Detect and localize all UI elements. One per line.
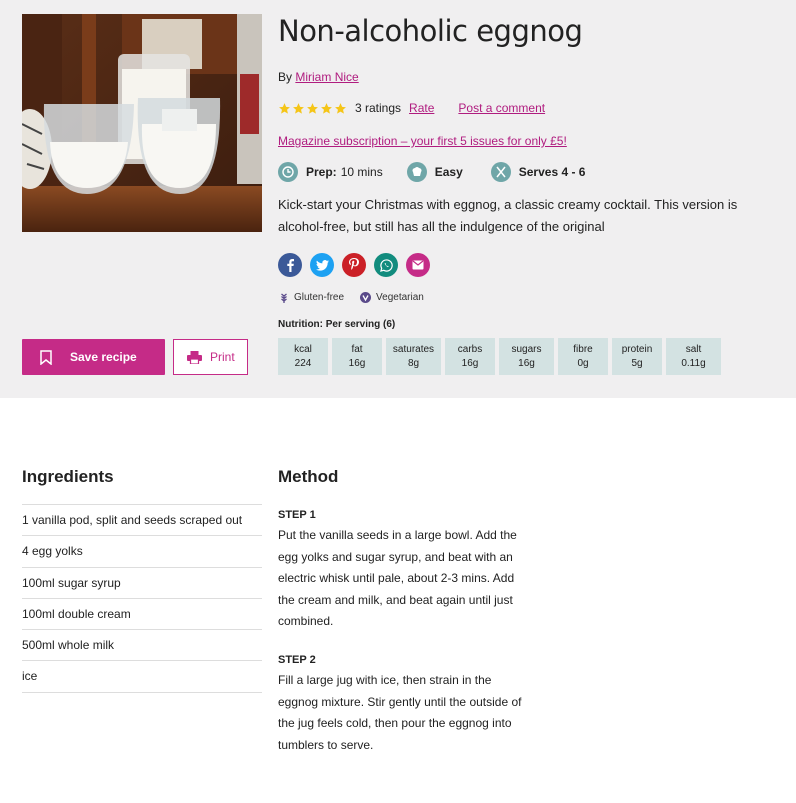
- nutrition-value: 16g: [461, 358, 479, 369]
- rating-count: 3 ratings: [355, 101, 402, 115]
- gluten-free-label: Gluten-free: [294, 292, 345, 303]
- ingredients-list: 1 vanilla pod, split and seeds scraped o…: [22, 504, 262, 693]
- step-text: Fill a large jug with ice, then strain i…: [278, 673, 522, 752]
- post-comment-link[interactable]: Post a comment: [458, 101, 545, 115]
- ingredient-item: 100ml sugar syrup: [22, 568, 262, 599]
- save-recipe-label: Save recipe: [70, 350, 137, 364]
- star-icon: [279, 102, 290, 114]
- rate-link[interactable]: Rate: [409, 101, 434, 115]
- cutlery-icon: [490, 162, 511, 182]
- step-label: STEP 1: [278, 509, 316, 521]
- whatsapp-icon[interactable]: [374, 253, 398, 277]
- nutrition-value: 224: [294, 358, 312, 369]
- share-buttons: [278, 253, 430, 277]
- nutrition-value: 8g: [407, 358, 420, 369]
- print-label: Print: [210, 350, 235, 364]
- prep-value: 10 mins: [340, 165, 383, 179]
- star-icon: [307, 102, 318, 114]
- nutrition-value: 0.11g: [681, 358, 706, 369]
- star-icon: [321, 102, 332, 114]
- nutrition-label: carbs: [457, 344, 483, 355]
- byline-prefix: By: [278, 70, 293, 84]
- author-link[interactable]: Miriam Nice: [295, 70, 358, 84]
- nutrition-salt: salt 0.11g: [666, 338, 721, 375]
- email-icon[interactable]: [406, 253, 430, 277]
- wheat-icon: [278, 292, 289, 303]
- magazine-subscription-link[interactable]: Magazine subscription – your first 5 iss…: [278, 134, 567, 148]
- nutrition-kcal: kcal 224: [278, 338, 328, 375]
- nutrition-value: 0g: [577, 358, 589, 369]
- nutrition-label: fibre: [573, 344, 593, 355]
- ingredient-item: 1 vanilla pod, split and seeds scraped o…: [22, 505, 262, 537]
- byline: By Miriam Nice: [278, 70, 359, 84]
- prep-label: Prep:: [306, 165, 337, 179]
- ingredient-item: 500ml whole milk: [22, 630, 262, 662]
- star-rating[interactable]: [278, 102, 347, 115]
- nutrition-protein: protein 5g: [612, 338, 662, 375]
- nutrition-value: 5g: [631, 358, 643, 369]
- ingredient-item: ice: [22, 661, 262, 693]
- nutrition-label: sugars: [511, 344, 542, 355]
- nutrition-label: protein: [621, 344, 653, 355]
- method-step-1: STEP 1 Put the vanilla seeds in a large …: [278, 509, 523, 633]
- method-heading: Method: [278, 467, 339, 486]
- step-text: Put the vanilla seeds in a large bowl. A…: [278, 528, 517, 628]
- nutrition-value: 16g: [348, 358, 366, 369]
- nutrition-fibre: fibre 0g: [558, 338, 608, 375]
- recipe-header: Non-alcoholic eggnog By Miriam Nice 3 ra…: [0, 0, 796, 398]
- vegetarian-icon: [360, 292, 372, 303]
- prep-time: Prep: 10 mins: [278, 162, 383, 182]
- star-icon: [293, 102, 304, 114]
- difficulty-value: Easy: [434, 165, 463, 179]
- nutrition-label: saturates: [392, 344, 435, 355]
- nutrition-sugars: sugars 16g: [499, 338, 554, 375]
- nutrition-fat: fat 16g: [332, 338, 382, 375]
- save-recipe-button[interactable]: Save recipe: [22, 339, 165, 375]
- servings: Serves 4 - 6: [490, 162, 590, 182]
- diet-tags: Gluten-free Vegetarian: [278, 292, 440, 303]
- gluten-free-tag: Gluten-free: [278, 292, 344, 303]
- star-icon: [335, 102, 346, 114]
- twitter-icon[interactable]: [310, 253, 334, 277]
- chef-hat-icon: [406, 162, 427, 182]
- nutrition-title: Nutrition: Per serving (6): [278, 319, 396, 330]
- difficulty: Easy: [406, 162, 467, 182]
- vegetarian-label: Vegetarian: [376, 292, 424, 303]
- vegetarian-tag: Vegetarian: [360, 292, 424, 303]
- clock-icon: [278, 162, 298, 182]
- nutrition-table: kcal 224 fat 16g saturates 8g carbs 16g suga…: [278, 338, 721, 375]
- nutrition-saturates: saturates 8g: [386, 338, 441, 375]
- nutrition-carbs: carbs 16g: [445, 338, 495, 375]
- ingredients-heading: Ingredients: [22, 467, 114, 486]
- ingredient-item: 100ml double cream: [22, 599, 262, 631]
- bookmark-icon: [40, 349, 52, 365]
- nutrition-label: fat: [351, 344, 363, 355]
- recipe-title: Non-alcoholic eggnog: [278, 14, 583, 48]
- printer-icon: [187, 350, 202, 364]
- rating-row: 3 ratings Rate Post a comment: [278, 100, 545, 116]
- recipe-photo: [22, 14, 262, 232]
- servings-value: Serves 4 - 6: [518, 165, 586, 179]
- pinterest-icon[interactable]: [342, 253, 366, 277]
- ingredient-item: 4 egg yolks: [22, 536, 262, 568]
- nutrition-label: kcal: [294, 344, 312, 355]
- nutrition-value: 16g: [518, 358, 535, 369]
- recipe-meta: Prep: 10 mins Easy Serves 4 - 6: [278, 162, 613, 182]
- nutrition-label: salt: [685, 344, 702, 355]
- print-button[interactable]: Print: [173, 339, 248, 375]
- step-label: STEP 2: [278, 654, 316, 666]
- recipe-description: Kick-start your Christmas with eggnog, a…: [278, 197, 738, 234]
- method-step-2: STEP 2 Fill a large jug with ice, then s…: [278, 654, 523, 756]
- facebook-icon[interactable]: [278, 253, 302, 277]
